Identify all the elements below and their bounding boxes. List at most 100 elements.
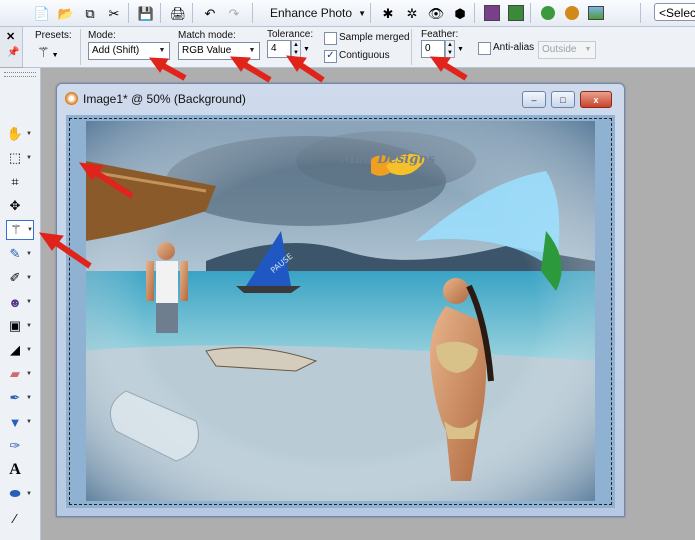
eraser-tool[interactable]: ▰ ▼ [6, 364, 34, 384]
red-eye-icon[interactable]: 👁 [426, 3, 446, 23]
landscape-icon[interactable] [586, 3, 606, 23]
eraser-icon: ▰ [10, 366, 20, 381]
makeover-icon: ☻ [8, 294, 22, 310]
minimize-button[interactable]: – [522, 91, 546, 108]
paint-brush-tool[interactable]: ✎ ▼ [6, 244, 34, 264]
mode-dropdown[interactable]: Add (Shift) ▼ [88, 42, 170, 60]
toolbar-separator [252, 3, 253, 23]
toolbar-separator [370, 3, 371, 23]
shape-tool[interactable]: ⬬ ▼ [6, 484, 34, 504]
dodge-icon: ◢ [10, 342, 20, 357]
toolbar-separator [128, 3, 129, 23]
tolerance-slider-icon[interactable]: ▼ [303, 46, 310, 53]
anti-alias-checkbox[interactable] [478, 42, 491, 55]
selection-icon: ⬚ [8, 150, 22, 165]
move-tool[interactable]: ✥ [6, 196, 34, 216]
options-separator [411, 29, 412, 65]
contiguous-label: Contiguous [339, 50, 390, 61]
tool-options-bar: Presets: ⚚ ▼ Mode: Add (Shift) ▼ Match mo… [23, 27, 695, 68]
chevron-down-icon: ▼ [584, 46, 592, 53]
match-mode-dropdown[interactable]: RGB Value ▼ [178, 42, 260, 60]
feather-spinner[interactable]: ▲ ▼ [445, 40, 455, 58]
image-window-title: Image1* @ 50% (Background) [83, 92, 246, 106]
fill-tool[interactable]: ▼ ▼ [6, 412, 34, 432]
print-icon[interactable]: 🖨 [168, 3, 188, 23]
select-dropdown[interactable]: <Selec [654, 3, 695, 21]
close-button[interactable]: x [580, 91, 612, 108]
composite-artwork: Mad Designs PAUSE [86, 121, 595, 501]
frame-icon[interactable] [506, 3, 526, 23]
feather-input[interactable]: 0 [421, 40, 445, 58]
match-mode-value: RGB Value [182, 45, 232, 56]
pan-icon: ✋ [6, 126, 24, 141]
outside-dropdown[interactable]: Outside ▼ [538, 41, 596, 59]
presets-label: Presets: [35, 30, 72, 41]
makeover-tool[interactable]: ☻ ▼ [6, 292, 34, 312]
brush-icon[interactable]: ⬢ [450, 3, 470, 23]
options-separator [80, 29, 81, 65]
contiguous-checkbox[interactable]: ✓ [324, 50, 337, 63]
sample-merged-checkbox[interactable] [324, 32, 337, 45]
text-icon: A [9, 461, 21, 478]
feather-slider-icon[interactable]: ▼ [457, 46, 464, 53]
maximize-button[interactable]: □ [551, 91, 575, 108]
toolbar-separator [192, 3, 193, 23]
shape-icon: ⬬ [9, 486, 21, 501]
color-picker-tool[interactable]: ⁄ [6, 508, 34, 528]
presets-wand-icon[interactable]: ⚚ ▼ [37, 44, 59, 61]
feather-label: Feather: [421, 29, 459, 40]
close-icon: x [593, 94, 599, 105]
clone-tool[interactable]: ✐ ▼ [6, 268, 34, 288]
scissors-icon[interactable]: ✂ [104, 3, 124, 23]
enhance-photo-label: Enhance Photo [270, 6, 353, 20]
pin-icon[interactable]: 📌 [7, 47, 19, 58]
image-window[interactable]: Image1* @ 50% (Background) – □ x Mad Des… [56, 83, 625, 517]
match-mode-label: Match mode: [178, 30, 236, 41]
scratch-remover-icon: ▣ [8, 318, 22, 333]
pan-tool[interactable]: ✋ ▼ [6, 124, 34, 144]
selection-tool[interactable]: ⬚ ▼ [6, 148, 34, 168]
minimize-icon: – [531, 94, 537, 105]
image-window-icon [65, 92, 78, 105]
save-icon[interactable]: 💾 [136, 3, 156, 23]
open-icon[interactable]: 📂 [56, 3, 76, 23]
tolerance-label: Tolerance: [267, 29, 314, 40]
magic-wand-tool[interactable]: ⚚ ▼ [6, 220, 34, 240]
sample-merged-label: Sample merged [339, 32, 410, 43]
effect-icon[interactable] [538, 3, 558, 23]
move-icon: ✥ [9, 198, 21, 213]
options-palette-grip: ✕ 📌 [0, 27, 23, 67]
fill-icon: ▼ [8, 414, 22, 430]
clone-icon: ✐ [9, 270, 21, 285]
image-canvas[interactable]: Mad Designs PAUSE [66, 115, 615, 508]
scratch-remover-tool[interactable]: ▣ ▼ [6, 316, 34, 336]
chevron-down-icon: ▼ [158, 47, 166, 54]
redo-icon[interactable]: ↷ [224, 3, 244, 23]
toolbar-separator [530, 3, 531, 23]
undo-icon[interactable]: ↶ [200, 3, 220, 23]
dodge-tool[interactable]: ◢ ▼ [6, 340, 34, 360]
tolerance-spinner[interactable]: ▲ ▼ [291, 40, 301, 58]
anti-alias-label: Anti-alias [493, 42, 535, 53]
effect2-icon[interactable] [562, 3, 582, 23]
enhance-photo-menu[interactable]: Enhance Photo ▼ [266, 3, 370, 23]
tolerance-input[interactable]: 4 [267, 40, 291, 58]
crop-icon: ⌗ [11, 174, 19, 189]
picture-tube-tool[interactable]: ✒ ▼ [6, 388, 34, 408]
toolbar-separator [474, 3, 475, 23]
toolbar-separator [160, 3, 161, 23]
portrait-icon[interactable] [482, 3, 502, 23]
text-tool[interactable]: A [6, 460, 34, 480]
crop-tool[interactable]: ⌗ [6, 172, 34, 192]
color-balance-icon[interactable]: ✱ [378, 3, 398, 23]
color-picker-icon: ⁄ [13, 510, 17, 526]
clarify-icon[interactable]: ✲ [402, 3, 422, 23]
close-icon[interactable]: ✕ [6, 30, 15, 43]
toolbar-separator [640, 3, 641, 23]
tools-palette: ✋ ▼ ⬚ ▼ ⌗ ✥ ⚚ ▼ ✎ ▼ ✐ ▼ ☻ ▼ ▣ ▼ ◢ ▼ ▰ ▼ ✒ ▼ ▼ ▼ ✑ A… [0, 68, 41, 540]
new-icon[interactable]: 📄 [32, 3, 52, 23]
pen-tool[interactable]: ✑ [6, 436, 34, 456]
watermark-text: Mad Designs [340, 152, 436, 167]
top-toolbar: 📄 📂 ⧉ ✂ 💾 🖨 ↶ ↷ Enhance Photo ▼ ✱ ✲ 👁 ⬢ … [0, 0, 695, 27]
copy-icon[interactable]: ⧉ [80, 3, 100, 23]
